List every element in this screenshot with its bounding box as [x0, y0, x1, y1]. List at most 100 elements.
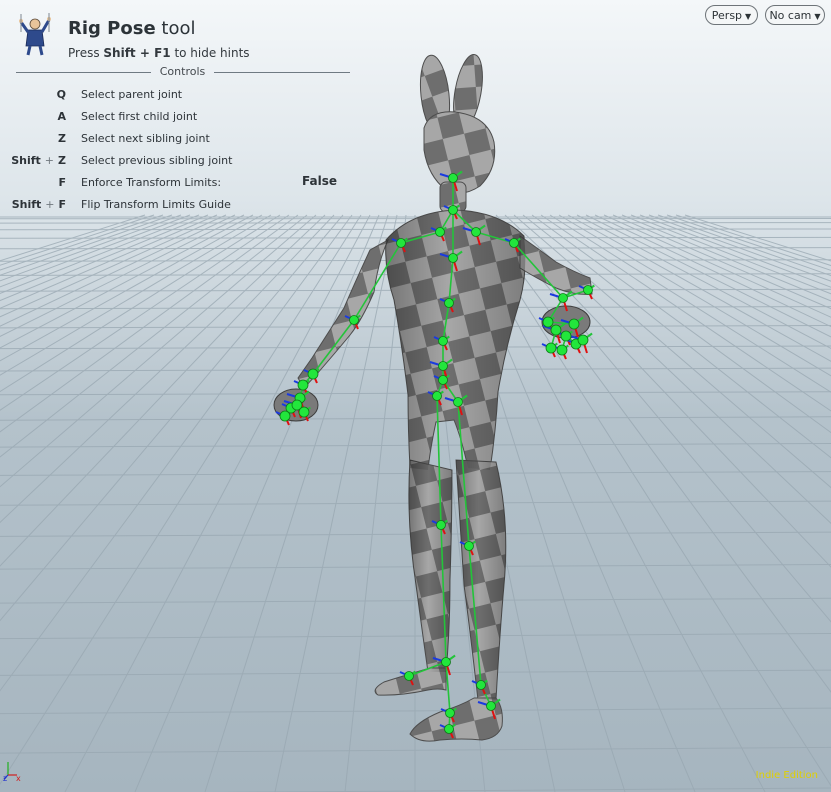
- hint-desc: Select previous sibling joint: [81, 154, 233, 167]
- rig-pose-tool-icon: [19, 13, 51, 56]
- hint-key: Z: [58, 132, 66, 145]
- rig-joint: [558, 293, 568, 303]
- controls-heading: Controls: [159, 65, 206, 78]
- grid-line: [504, 214, 831, 525]
- hint-desc: Select parent joint: [81, 88, 183, 101]
- hint-key: F: [58, 198, 66, 211]
- hint-row-enforce-limits: F Enforce Transform Limits: False: [0, 174, 360, 192]
- hint-key: F: [58, 176, 66, 189]
- rig-joint: [550, 324, 562, 336]
- edition-label: Indie Edition: [755, 770, 818, 781]
- grid-line: [0, 214, 209, 302]
- rig-joint: [486, 701, 496, 711]
- grid-line: [657, 214, 831, 277]
- tool-title: Rig Pose tool: [68, 18, 196, 39]
- grid-line: [585, 214, 831, 338]
- rig-joint: [349, 315, 359, 325]
- grid-line: [603, 214, 831, 318]
- grid-line: [648, 214, 831, 282]
- hint-row-select-next-sibling: Z Select next sibling joint: [0, 130, 360, 148]
- grid-line: [0, 214, 236, 327]
- rig-joint: [471, 227, 481, 237]
- tool-hide-hint: Press Shift + F1 to hide hints: [68, 46, 250, 60]
- rig-joint: [298, 406, 310, 418]
- grid-line: [540, 214, 831, 412]
- rig-joint: [476, 680, 486, 690]
- grid-line: [0, 214, 182, 282]
- grid-line: [558, 214, 831, 377]
- rig-joint: [556, 344, 568, 356]
- axis-z-label: z: [3, 774, 7, 782]
- hint-modifier: Shift: [11, 154, 41, 167]
- grid-line: [612, 214, 831, 310]
- rig-joint: [436, 520, 446, 530]
- rig-joint: [435, 227, 445, 237]
- hint-desc: Select next sibling joint: [81, 132, 210, 145]
- rig-joint: [509, 238, 519, 248]
- camera-menu-button[interactable]: No cam ▼: [765, 5, 825, 25]
- grid-line: [0, 214, 281, 393]
- rig-joint: [444, 724, 454, 734]
- rig-joint: [448, 253, 458, 263]
- rig-joint: [448, 205, 458, 215]
- persp-view-button[interactable]: Persp ▼: [705, 5, 758, 25]
- camera-label: No cam: [769, 9, 812, 22]
- rig-joint: [577, 334, 589, 346]
- grid-line: [549, 214, 831, 393]
- rig-joint: [444, 298, 454, 308]
- axis-gizmo-icon: x z: [3, 762, 21, 782]
- grid-line: [486, 214, 831, 623]
- grid-line: [621, 214, 831, 302]
- grid-line: [522, 214, 831, 459]
- rig-joint: [545, 342, 557, 354]
- grid-line: [531, 214, 831, 434]
- rig-joint: [583, 285, 593, 295]
- grid-line: [0, 214, 272, 376]
- enforce-limits-value: False: [302, 174, 337, 188]
- rig-joint: [568, 318, 580, 330]
- persp-label: Persp: [711, 9, 743, 22]
- rig-joint: [307, 368, 319, 380]
- chevron-down-icon: ▼: [814, 12, 821, 21]
- rig-joint: [279, 410, 291, 422]
- hint-row-select-previous-sibling: Shift + Z Select previous sibling joint: [11, 154, 233, 167]
- rig-joint: [432, 391, 442, 401]
- grid-line: [468, 214, 831, 787]
- hint-desc: Select first child joint: [81, 110, 198, 123]
- grid-line: [675, 214, 831, 267]
- grid-line: [0, 214, 245, 338]
- hint-key: A: [57, 110, 66, 123]
- axis-x-label: x: [16, 774, 21, 782]
- grid-line: [495, 214, 831, 568]
- hint-key: Q: [56, 88, 66, 101]
- grid-line: [0, 214, 227, 318]
- rig-joint: [396, 238, 406, 248]
- rig-joint: [464, 541, 474, 551]
- hint-desc: Enforce Transform Limits:: [81, 176, 222, 189]
- hint-key: Z: [58, 154, 66, 167]
- rig-joint: [542, 316, 554, 328]
- viewport[interactable]: Rig Pose tool Press Shift + F1 to hide h…: [0, 0, 831, 792]
- hint-modifier: Shift: [11, 198, 42, 211]
- rig-joint: [438, 336, 448, 346]
- rig-joint: [438, 361, 448, 371]
- hint-desc: Flip Transform Limits Guide: [81, 198, 231, 211]
- rig-joint: [438, 375, 448, 385]
- grid-line: [684, 214, 831, 262]
- chevron-down-icon: ▼: [745, 12, 752, 21]
- hint-row-select-parent: Q Select parent joint: [0, 86, 360, 104]
- rig-joint: [404, 671, 414, 681]
- grid-line: [0, 214, 146, 262]
- grid-line: [0, 214, 173, 276]
- rig-joint: [441, 657, 451, 667]
- rig-joint: [445, 708, 455, 718]
- rig-joint: [297, 379, 309, 391]
- hint-row-select-first-child: A Select first child joint: [0, 108, 360, 126]
- rig-joint: [448, 173, 458, 183]
- hint-row-flip-limits-guide: Shift + F Flip Transform Limits Guide: [11, 198, 231, 211]
- grid-line: [0, 214, 263, 362]
- rig-joint: [453, 397, 463, 407]
- grid-line: [0, 214, 218, 309]
- controls-separator: Controls: [16, 64, 350, 80]
- grid-line: [567, 214, 831, 362]
